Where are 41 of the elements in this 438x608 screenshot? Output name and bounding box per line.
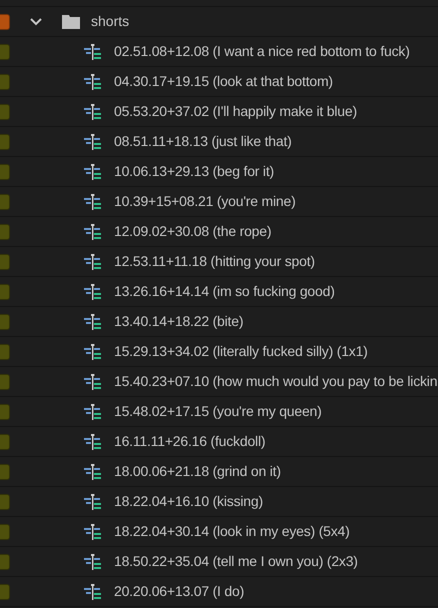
sequence-name[interactable]: 02.51.08+12.08 (I want a nice red bottom to fuck) [114,41,410,62]
sequence-name[interactable]: 16.11.11+26.16 (fuckdoll) [114,431,266,452]
sequence-icon [84,284,102,300]
sequence-name[interactable]: 20.20.06+13.07 (I do) [114,581,244,602]
sequence-icon [84,254,102,270]
sequence-icon [84,104,102,120]
sequence-name[interactable]: 10.06.13+29.13 (beg for it) [114,161,274,182]
sequence-icon [84,44,102,60]
sequence-name[interactable]: 18.50.22+35.04 (tell me I own you) (2x3) [114,551,358,572]
sequence-name[interactable]: 18.22.04+16.10 (kissing) [114,491,263,512]
sequence-icon [84,374,102,390]
sequence-name[interactable]: 05.53.20+37.02 (I'll happily make it blue) [114,101,357,122]
folder-name[interactable]: shorts [91,11,130,32]
sequence-icon [84,584,102,600]
sequence-icon [84,344,102,360]
sequence-icon [84,404,102,420]
sequence-icon [84,194,102,210]
sequence-icon [84,224,102,240]
sequence-name[interactable]: 04.30.17+19.15 (look at that bottom) [114,71,333,92]
sequence-name[interactable]: 13.26.16+14.14 (im so fucking good) [114,281,335,302]
sequence-icon [84,74,102,90]
sequence-icon [84,524,102,540]
sequence-icon [84,554,102,570]
sequence-name[interactable]: 15.29.13+34.02 (literally fucked silly) (1x1) [114,341,368,362]
sequence-icon [84,164,102,180]
chevron-icon[interactable] [30,18,42,26]
sequence-name[interactable]: 08.51.11+18.13 (just like that) [114,131,292,152]
sequence-name[interactable]: 15.40.23+07.10 (how much would you pay to be lickin [114,371,438,392]
sequence-icon [84,434,102,450]
sequence-name[interactable]: 18.00.06+21.18 (grind on it) [114,461,281,482]
sequence-name[interactable]: 10.39+15+08.21 (you're mine) [114,191,296,212]
sequence-icon [84,494,102,510]
sequence-name[interactable]: 15.48.02+17.15 (you're my queen) [114,401,322,422]
sequence-name[interactable]: 18.22.04+30.14 (look in my eyes) (5x4) [114,521,350,542]
sequence-name[interactable]: 12.53.11+11.18 (hitting your spot) [114,251,315,272]
sequence-name[interactable]: 13.40.14+18.22 (bite) [114,311,244,332]
sequence-icon [84,314,102,330]
folder-icon [62,14,80,29]
sequence-icon [84,134,102,150]
sequence-icon [84,464,102,480]
sequence-name[interactable]: 12.09.02+30.08 (the rope) [114,221,272,242]
